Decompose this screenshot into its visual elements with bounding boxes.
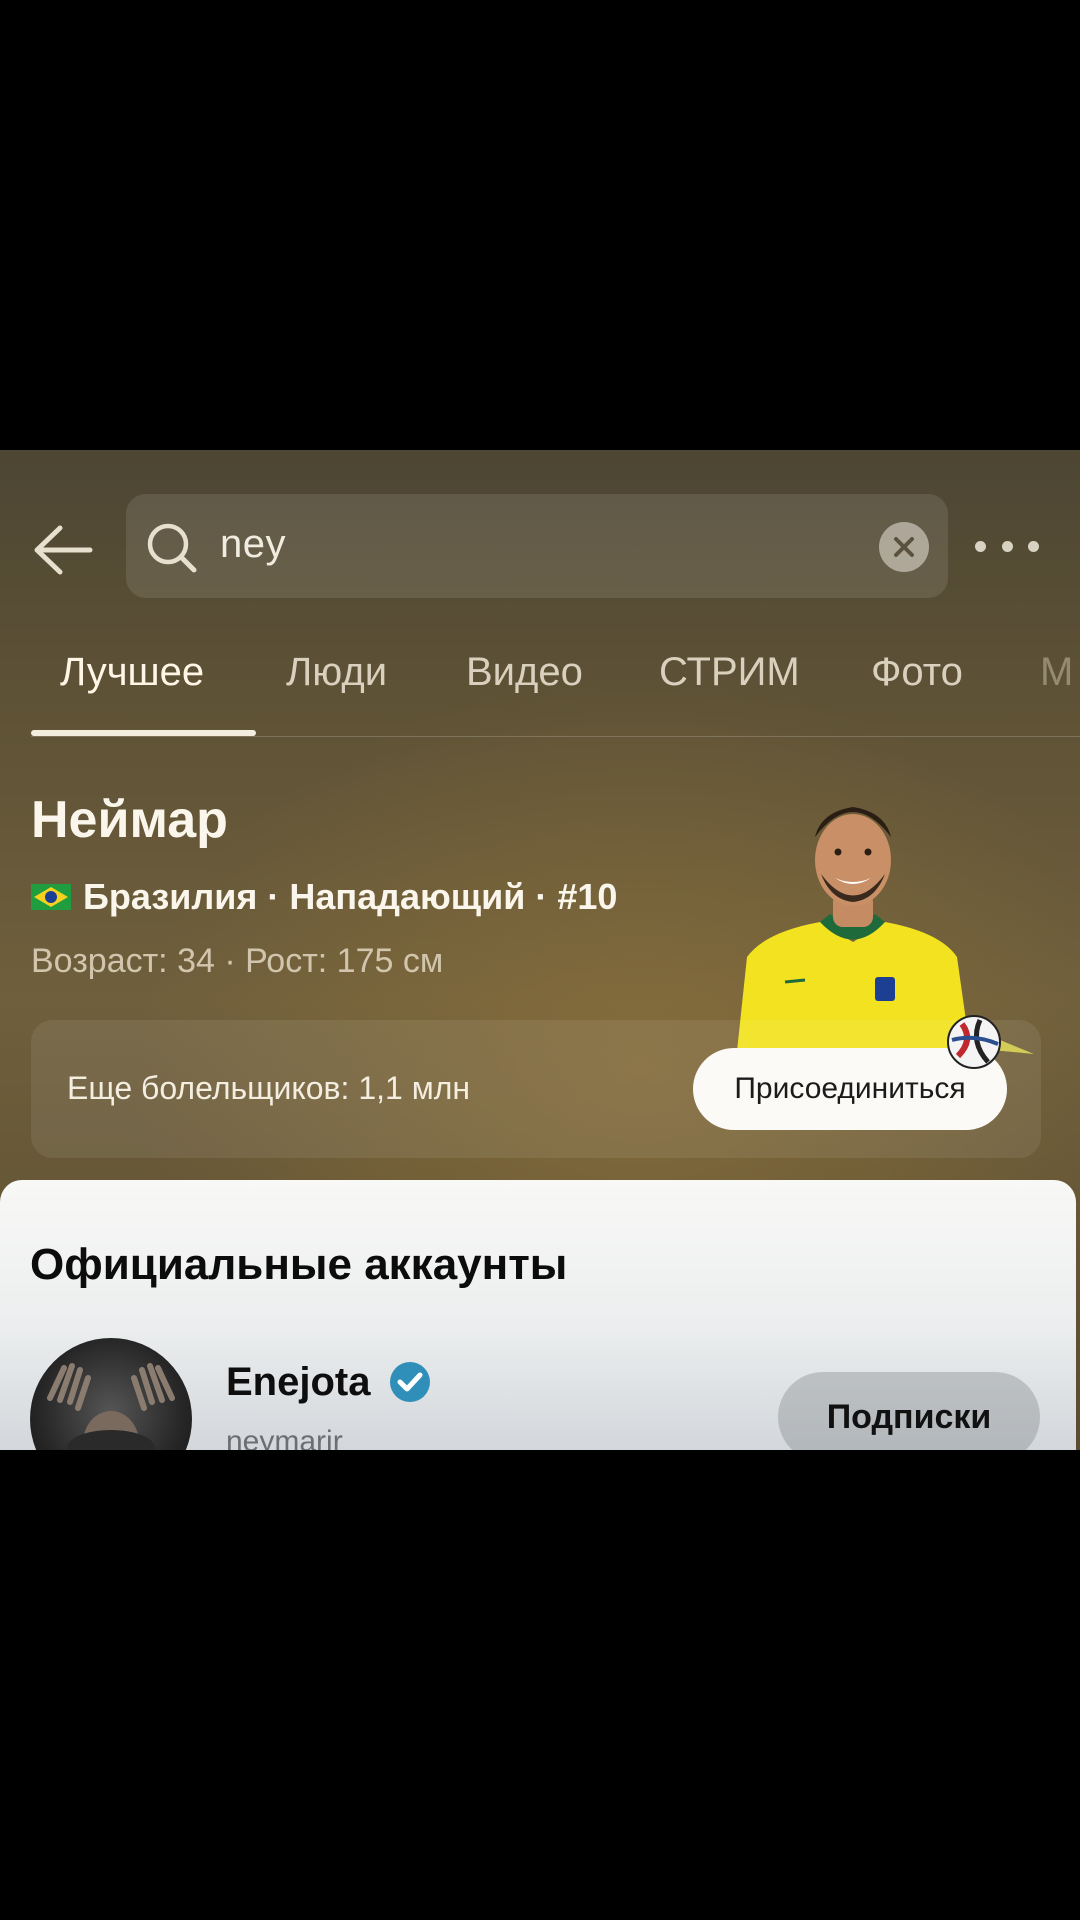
search-icon [147,523,197,573]
football-icon [947,1015,1034,1069]
following-button[interactable]: Подписки [778,1372,1040,1450]
account-handle: neymarjr [226,1425,343,1450]
verified-badge-icon [390,1362,430,1402]
tab-people[interactable]: Люди [286,650,387,695]
search-query[interactable]: ney [220,522,286,567]
player-stats: Возраст: 34 · Рост: 175 см [31,942,444,980]
arrow-left-icon [34,525,93,575]
tab-photo[interactable]: Фото [871,650,963,695]
avatar-image [47,1363,175,1450]
fans-count: Еще болельщиков: 1,1 млн [67,1070,471,1106]
search-input[interactable]: ney [126,494,948,598]
tab-best[interactable]: Лучшее [60,650,204,695]
more-dots-icon [975,540,986,552]
more-options-button[interactable] [975,536,1039,556]
account-name[interactable]: Enejota [226,1360,370,1405]
clear-search-button[interactable] [879,522,929,572]
more-dots-icon [1028,540,1039,552]
official-accounts-sheet: Официальные аккаунты Enejota neymarjr По… [0,1180,1076,1450]
fans-card: Еще болельщиков: 1,1 млн Присоединиться [31,1020,1041,1158]
more-dots-icon [1001,540,1013,552]
tab-video[interactable]: Видео [466,650,583,695]
player-meta-text: Бразилия · Нападающий · #10 [83,876,618,917]
back-button[interactable] [30,522,96,578]
tab-stream[interactable]: СТРИМ [659,650,800,695]
clear-icon [894,537,914,557]
avatar[interactable] [30,1338,192,1450]
search-results-screen: ney Лучшее Люди Видео СТРИМ Фото М Нейма… [0,450,1080,1450]
player-name: Неймар [31,791,228,849]
tab-more[interactable]: М [1040,650,1073,695]
search-tabs: Лучшее Люди Видео СТРИМ Фото М [0,650,1080,720]
brazil-flag-icon [31,884,71,910]
tab-divider [31,736,1080,737]
player-meta: Бразилия · Нападающий · #10 [31,875,617,919]
official-accounts-title: Официальные аккаунты [30,1240,568,1289]
